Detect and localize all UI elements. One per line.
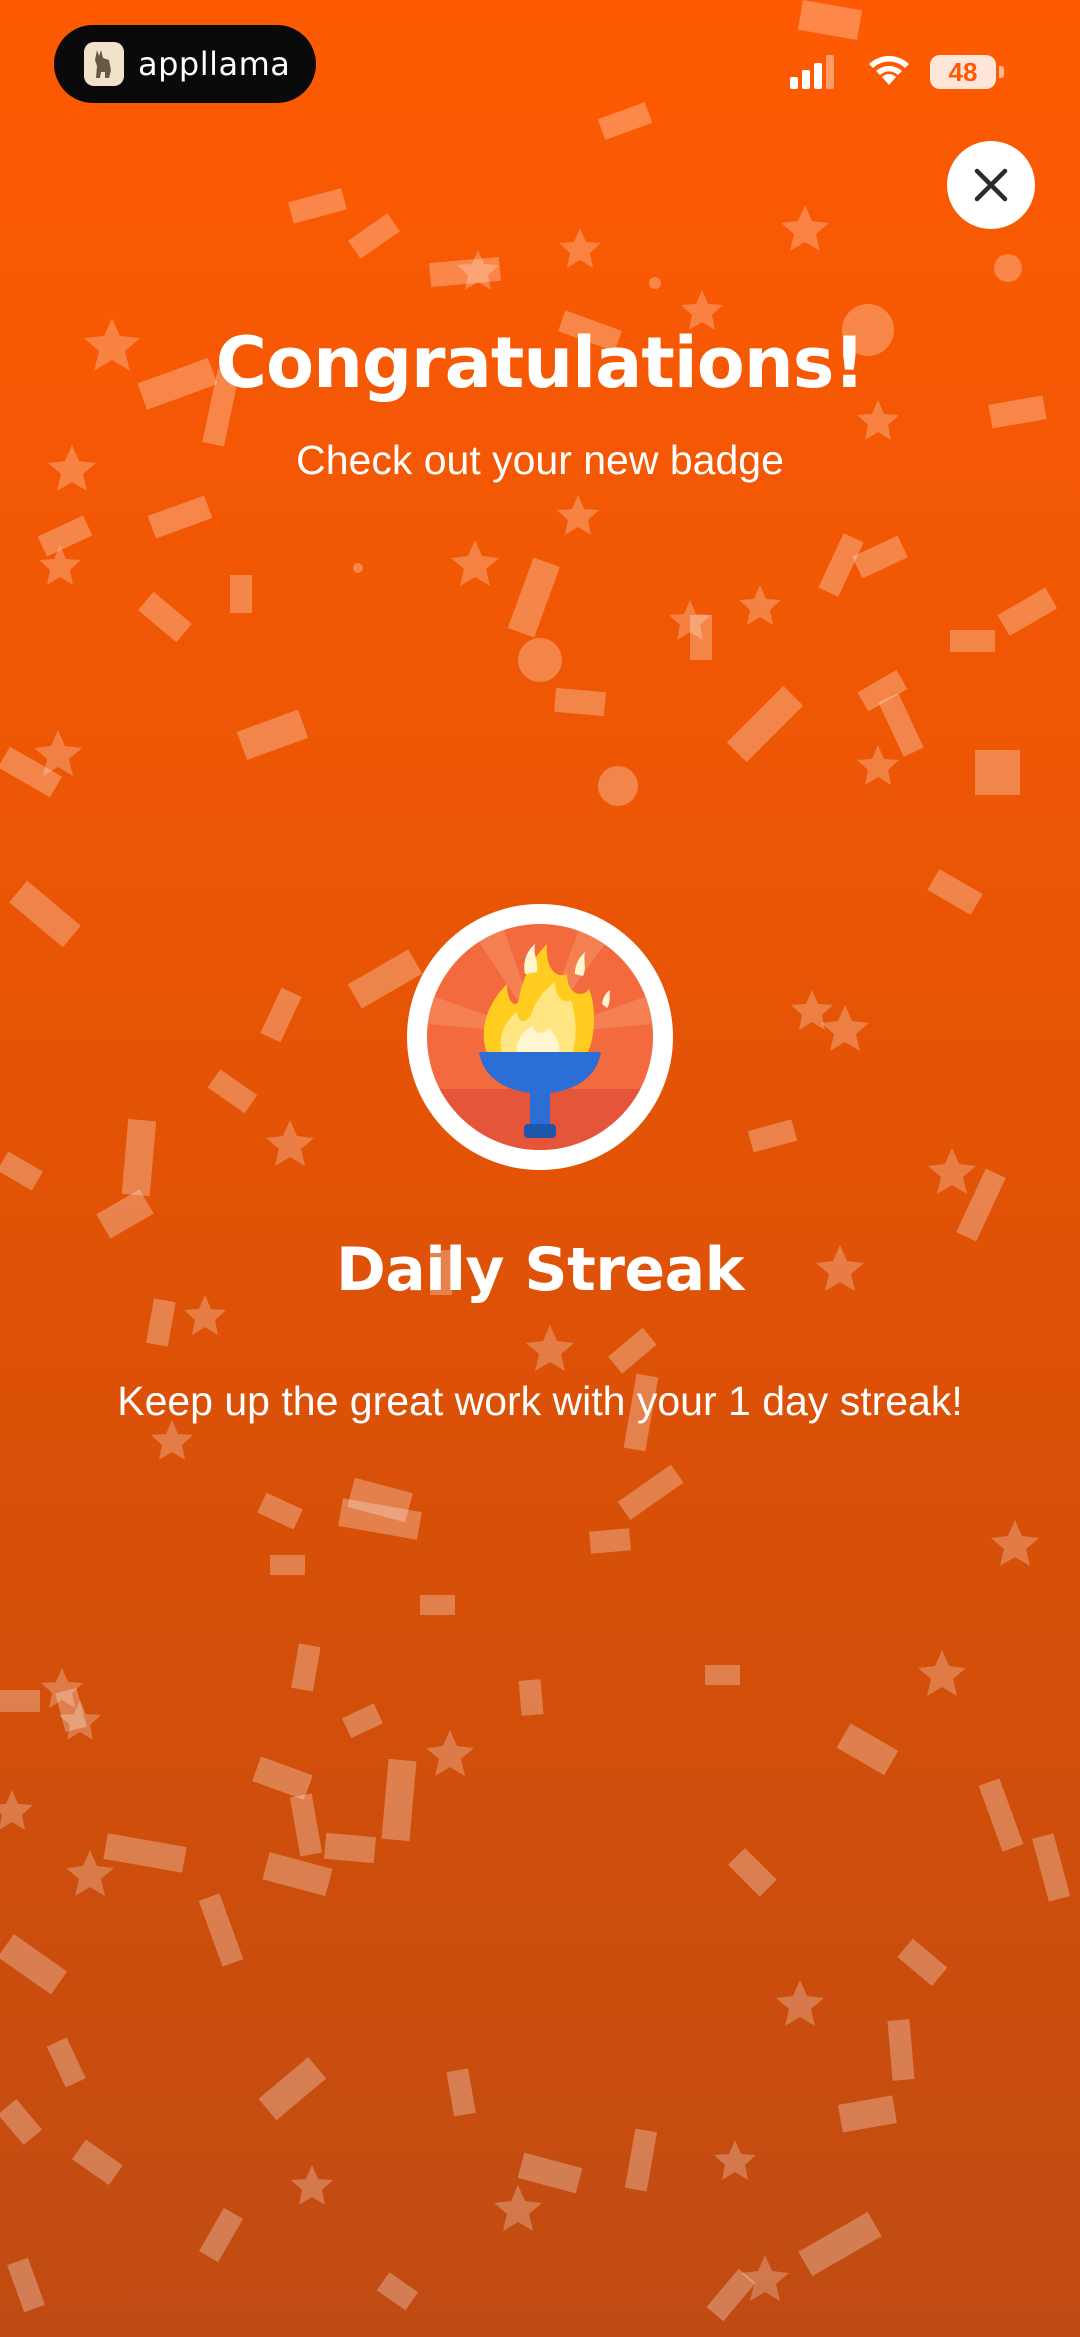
- badge-description: Keep up the great work with your 1 day s…: [117, 1378, 963, 1424]
- badge-award-screen: appllama 48 Congratulations! Check out y…: [0, 0, 1080, 2337]
- llama-logo-icon: [84, 42, 124, 86]
- cellular-signal-icon: [790, 55, 834, 89]
- badge-name: Daily Streak: [336, 1235, 745, 1305]
- wifi-icon: [869, 56, 909, 85]
- page-subtitle: Check out your new badge: [296, 437, 784, 483]
- battery-indicator: 48: [930, 55, 1004, 89]
- battery-cap: [999, 66, 1004, 78]
- app-name: appllama: [138, 45, 291, 83]
- status-bar: appllama 48: [0, 0, 1080, 130]
- flame-torch-icon: [407, 904, 673, 1170]
- close-button[interactable]: [947, 141, 1035, 229]
- page-title: Congratulations!: [215, 322, 866, 404]
- close-icon: [974, 168, 1008, 202]
- battery-level: 48: [930, 55, 996, 89]
- app-indicator-pill[interactable]: appllama: [54, 25, 316, 103]
